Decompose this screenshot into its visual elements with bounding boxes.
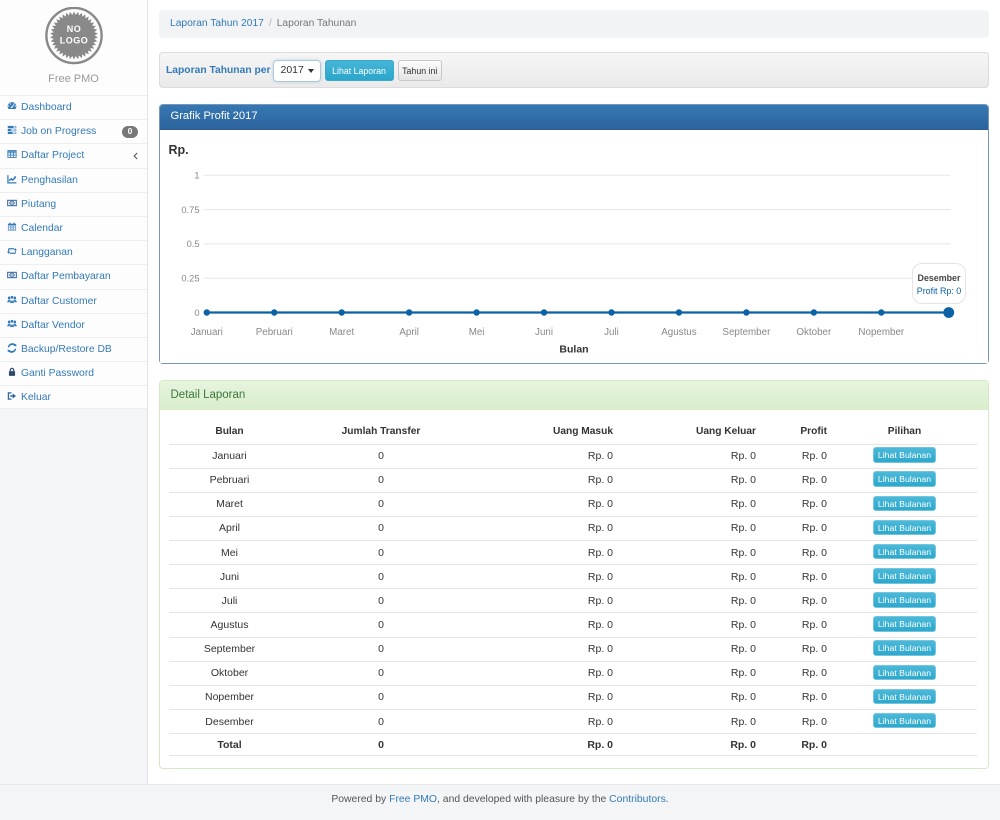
svg-text:Mei: Mei	[468, 327, 484, 338]
svg-text:Maret: Maret	[329, 327, 354, 338]
svg-text:0: 0	[194, 307, 199, 317]
svg-text:Nopember: Nopember	[858, 327, 904, 338]
svg-text:NO: NO	[66, 24, 81, 34]
svg-text:Januari: Januari	[190, 327, 222, 338]
svg-text:September: September	[722, 327, 771, 338]
svg-text:Rp.: Rp.	[168, 143, 188, 157]
svg-text:LOGO: LOGO	[59, 36, 88, 46]
svg-text:Bulan: Bulan	[559, 343, 588, 355]
svg-text:Juli: Juli	[604, 327, 619, 338]
svg-text:0.5: 0.5	[186, 239, 199, 249]
svg-text:Oktober: Oktober	[796, 327, 832, 338]
svg-text:Agustus: Agustus	[661, 327, 697, 338]
svg-text:0.75: 0.75	[181, 204, 199, 214]
svg-text:Pebruari: Pebruari	[255, 327, 292, 338]
svg-text:Juni: Juni	[535, 327, 553, 338]
svg-text:0.25: 0.25	[181, 273, 199, 283]
svg-text:April: April	[399, 327, 419, 338]
svg-text:1: 1	[194, 170, 199, 180]
